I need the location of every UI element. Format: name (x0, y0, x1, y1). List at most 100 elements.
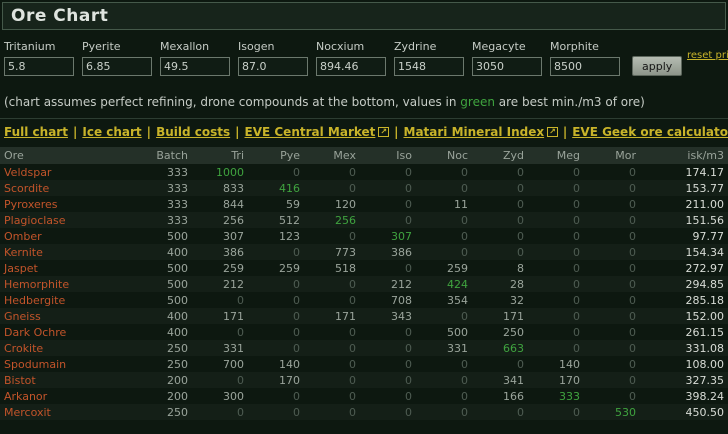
mineral-yield-value: 0 (405, 213, 412, 227)
mineral-yield-value: 416 (279, 181, 300, 195)
mineral-yield-value: 0 (461, 213, 468, 227)
isk-per-m3-value: 211.00 (685, 197, 725, 211)
nav-link-full-chart[interactable]: Full chart (4, 125, 68, 139)
nav-link-eve-geek-ore-calculator[interactable]: EVE Geek ore calculator↗ (572, 125, 728, 139)
mineral-input-tritanium[interactable] (4, 57, 74, 76)
nav-link-matari-mineral-index[interactable]: Matari Mineral Index ↗ (404, 125, 558, 139)
mineral-price-panel: Tritanium Pyerite Mexallon Isogen Nocxium Zyd… (0, 32, 728, 76)
nav-link-build-costs[interactable]: Build costs (156, 125, 230, 139)
batch-value: 400 (167, 245, 188, 259)
nav-link-label: Full chart (4, 125, 68, 139)
mineral-yield-value: 518 (335, 261, 356, 275)
mineral-yield-value: 0 (349, 373, 356, 387)
batch-value: 500 (167, 277, 188, 291)
mineral-yield-value: 0 (349, 277, 356, 291)
mineral-yield-value: 256 (223, 213, 244, 227)
nav-link-eve-central-market[interactable]: EVE Central Market ↗ (245, 125, 390, 139)
mineral-yield-value: 0 (349, 357, 356, 371)
mineral-yield-value: 0 (405, 165, 412, 179)
mineral-label-zydrine: Zydrine (394, 40, 437, 53)
apply-button[interactable]: apply (632, 56, 683, 76)
ore-row-bistot: Bistot 200 0 170 0 0 0 341 170 0 327.35 (0, 372, 728, 388)
mineral-input-megacyte[interactable] (472, 57, 542, 76)
mineral-yield-value: 171 (503, 309, 524, 323)
mineral-yield-value: 0 (629, 357, 636, 371)
mineral-yield-value: 343 (391, 309, 412, 323)
mineral-yield-value: 0 (349, 341, 356, 355)
mineral-input-morphite[interactable] (550, 57, 620, 76)
mineral-yield-value: 0 (293, 341, 300, 355)
mineral-yield-value: 0 (293, 325, 300, 339)
reset-prices-link[interactable]: reset prices (687, 50, 728, 61)
nav-link-label: Build costs (156, 125, 231, 139)
mineral-yield-value: 123 (279, 229, 300, 243)
mineral-yield-value: 0 (461, 405, 468, 419)
link-separator: | (146, 125, 152, 139)
mineral-input-pyerite[interactable] (82, 57, 152, 76)
isk-per-m3-value: 331.08 (685, 341, 725, 355)
mineral-field-mexallon: Mexallon (160, 40, 238, 76)
mineral-yield-value: 0 (573, 245, 580, 259)
mineral-yield-value: 0 (517, 181, 524, 195)
ore-row-gneiss: Gneiss 400 171 0 171 343 0 171 0 0 152.00 (0, 308, 728, 324)
mineral-yield-value: 1000 (216, 165, 244, 179)
batch-value: 400 (167, 309, 188, 323)
ore-row-plagioclase: Plagioclase 333 256 512 256 0 0 0 0 0 151.56 (0, 212, 728, 228)
mineral-yield-value: 0 (629, 213, 636, 227)
mineral-yield-value: 0 (405, 181, 412, 195)
mineral-input-mexallon[interactable] (160, 57, 230, 76)
mineral-yield-value: 259 (223, 261, 244, 275)
ore-row-omber: Omber 500 307 123 0 307 0 0 0 0 97.77 (0, 228, 728, 244)
mineral-yield-value: 307 (223, 229, 244, 243)
mineral-field-morphite: Morphite (550, 40, 628, 76)
mineral-yield-value: 212 (391, 277, 412, 291)
mineral-yield-value: 0 (293, 405, 300, 419)
mineral-yield-value: 171 (223, 309, 244, 323)
column-header-pye: Pye (248, 147, 304, 164)
mineral-yield-value: 0 (629, 325, 636, 339)
mineral-yield-value: 170 (559, 373, 580, 387)
isk-per-m3-value: 154.34 (685, 245, 725, 259)
ore-name: Plagioclase (4, 213, 66, 227)
mineral-yield-value: 0 (573, 261, 580, 275)
mineral-yield-value: 341 (503, 373, 524, 387)
ore-name: Bistot (4, 373, 36, 387)
mineral-yield-value: 32 (510, 293, 524, 307)
mineral-yield-value: 833 (223, 181, 244, 195)
mineral-yield-value: 0 (629, 309, 636, 323)
note-green-word: green (460, 95, 495, 109)
page-title: Ore Chart (11, 6, 109, 26)
column-header-mex: Mex (304, 147, 360, 164)
mineral-yield-value: 0 (629, 389, 636, 403)
mineral-yield-value: 11 (454, 197, 468, 211)
mineral-input-nocxium[interactable] (316, 57, 386, 76)
ore-name: Omber (4, 229, 42, 243)
column-header-meg: Meg (528, 147, 584, 164)
mineral-yield-value: 0 (405, 197, 412, 211)
mineral-yield-value: 0 (629, 293, 636, 307)
mineral-yield-value: 0 (461, 245, 468, 259)
nav-links: Full chart | Ice chart | Build costs | EVE Cen… (4, 125, 728, 139)
ore-row-dark-ochre: Dark Ochre 400 0 0 0 0 500 250 0 0 261.15 (0, 324, 728, 340)
mineral-yield-value: 0 (573, 229, 580, 243)
mineral-field-tritanium: Tritanium (4, 40, 82, 76)
mineral-yield-value: 0 (237, 373, 244, 387)
nav-link-ice-chart[interactable]: Ice chart (82, 125, 141, 139)
mineral-yield-value: 0 (517, 229, 524, 243)
mineral-yield-value: 424 (447, 277, 468, 291)
mineral-yield-value: 259 (447, 261, 468, 275)
isk-per-m3-value: 327.35 (685, 373, 725, 387)
mineral-yield-value: 0 (629, 261, 636, 275)
mineral-yield-value: 331 (447, 341, 468, 355)
mineral-yield-value: 0 (349, 325, 356, 339)
mineral-input-isogen[interactable] (238, 57, 308, 76)
mineral-yield-value: 307 (391, 229, 412, 243)
mineral-yield-value: 0 (629, 341, 636, 355)
mineral-input-zydrine[interactable] (394, 57, 464, 76)
mineral-yield-value: 0 (517, 245, 524, 259)
mineral-label-morphite: Morphite (550, 40, 599, 53)
mineral-yield-value: 0 (293, 165, 300, 179)
ore-row-mercoxit: Mercoxit 250 0 0 0 0 0 0 0 530 450.50 (0, 404, 728, 420)
mineral-yield-value: 212 (223, 277, 244, 291)
ore-table: Ore Batch Tri Pye Mex Iso Noc Zyd Meg Mor isk/m3 V… (0, 147, 728, 420)
